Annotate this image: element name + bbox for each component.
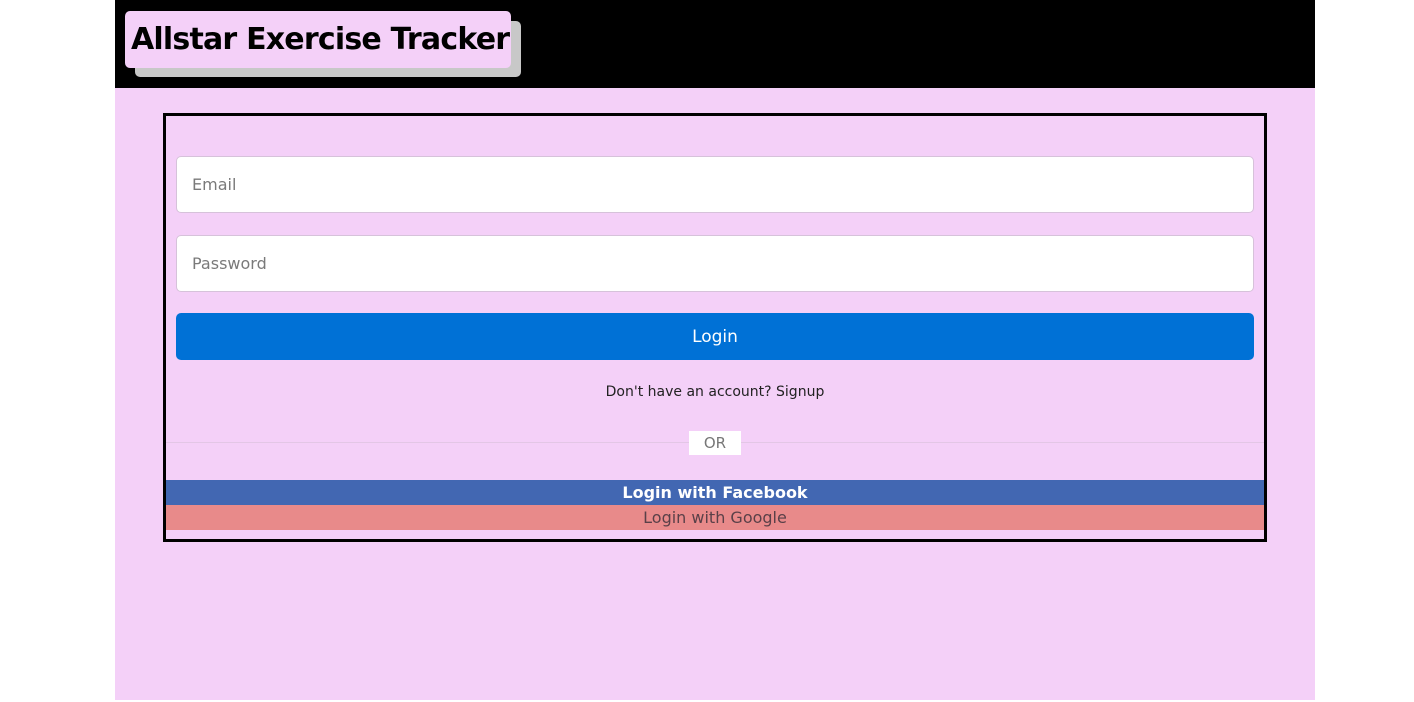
google-login-button[interactable]: Login with Google bbox=[166, 505, 1264, 530]
login-card: Login Don't have an account? Signup OR L… bbox=[163, 113, 1267, 542]
facebook-login-button[interactable]: Login with Facebook bbox=[166, 480, 1264, 505]
login-button[interactable]: Login bbox=[176, 313, 1254, 360]
password-field[interactable] bbox=[176, 235, 1254, 292]
email-field[interactable] bbox=[176, 156, 1254, 213]
app-container: Allstar Exercise Tracker Login Don't hav… bbox=[115, 0, 1315, 700]
signup-link[interactable]: Signup bbox=[776, 384, 824, 400]
app-title: Allstar Exercise Tracker bbox=[125, 11, 511, 68]
signup-prompt-text: Don't have an account? bbox=[605, 384, 772, 400]
header-bar: Allstar Exercise Tracker bbox=[115, 0, 1315, 88]
or-label: OR bbox=[689, 431, 741, 455]
signup-prompt-line: Don't have an account? Signup bbox=[166, 384, 1264, 400]
